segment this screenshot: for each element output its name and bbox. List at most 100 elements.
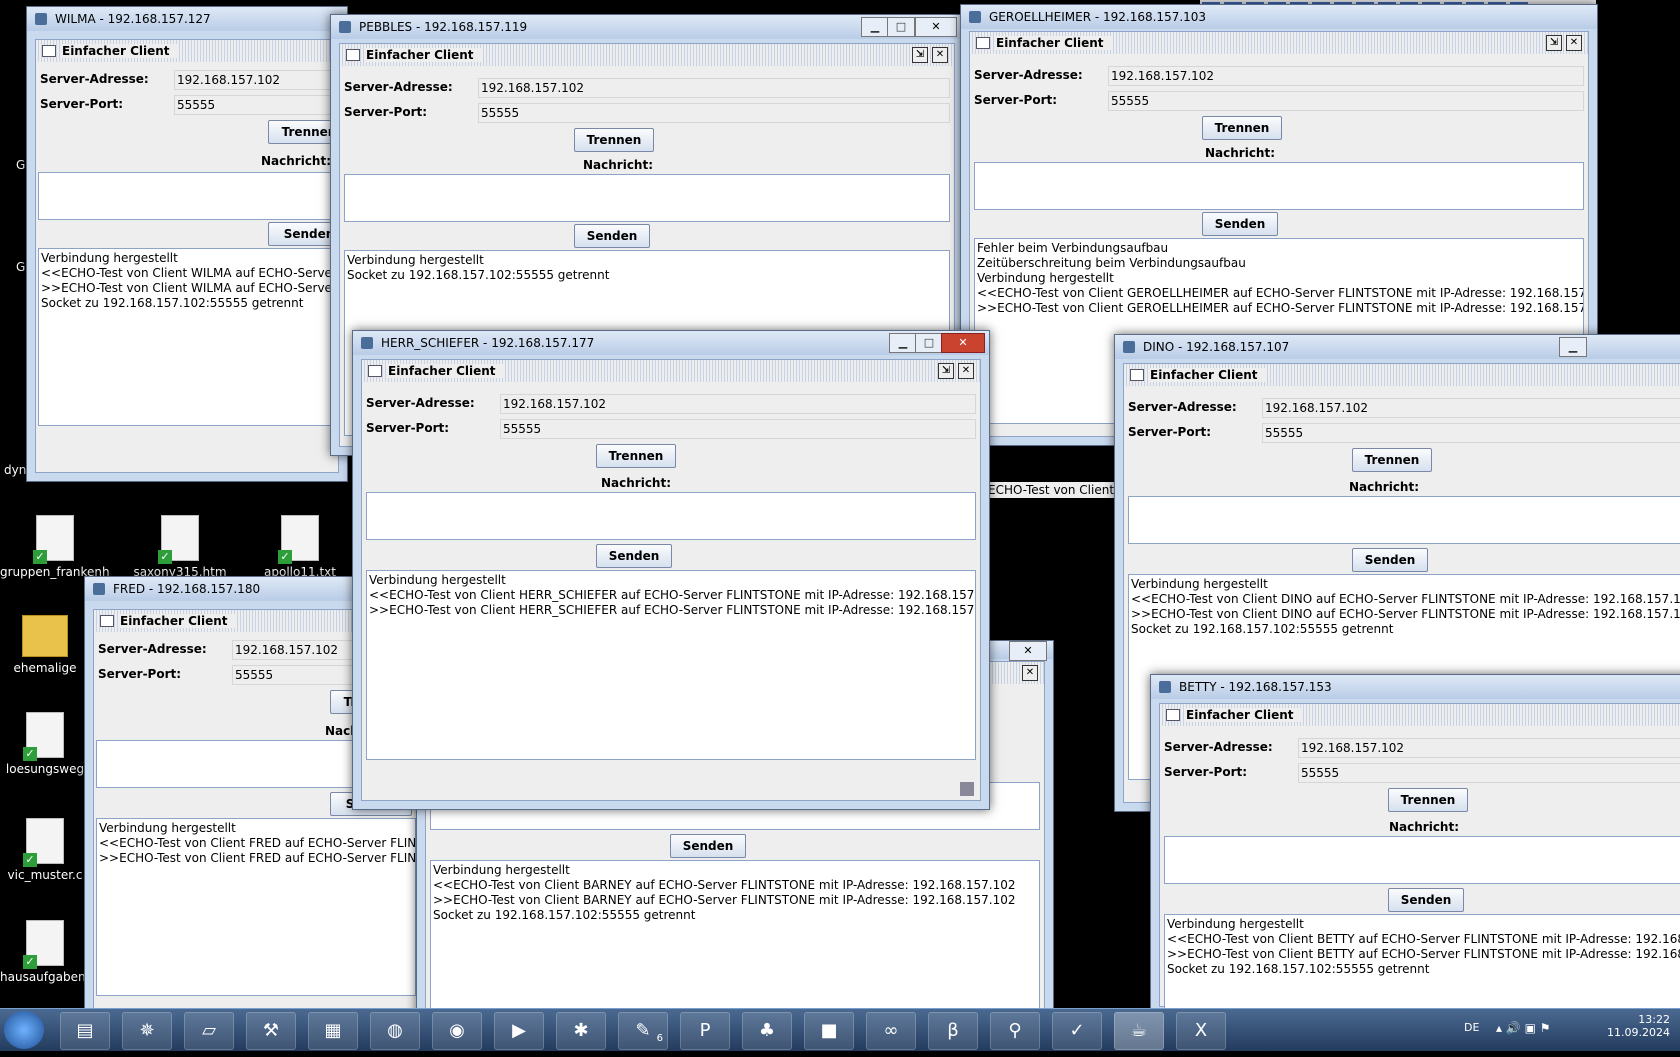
close-icon[interactable]: ✕ (1022, 665, 1038, 681)
address-field[interactable]: 192.168.157.102 (1108, 66, 1584, 86)
address-field[interactable]: 192.168.157.102 (1298, 738, 1680, 758)
restore-icon[interactable]: ⇲ (938, 363, 954, 379)
client-window-betty[interactable]: BETTY - 192.168.157.153 Einfacher Client… (1150, 674, 1680, 1020)
disconnect-button[interactable]: Trennen (574, 128, 654, 152)
desktop-icon-doc[interactable]: ✓ saxony315.htm (125, 515, 235, 579)
java-icon (1159, 681, 1171, 693)
client-window-wilma[interactable]: WILMA - 192.168.157.127 Einfacher Client… (26, 6, 350, 482)
log-line: <<ECHO-Test von Client WILMA auf ECHO-Se… (41, 266, 338, 280)
disconnect-button[interactable]: Trennen (1352, 448, 1432, 472)
message-input[interactable] (1128, 496, 1680, 544)
log-line: Verbindung hergestellt (977, 271, 1114, 285)
desktop-icon-doc[interactable]: ✓ hausaufgaben2 (0, 920, 90, 984)
log-area: Verbindung hergestellt <<ECHO-Test von C… (430, 860, 1040, 1026)
tools-icon[interactable]: ⚒ (246, 1012, 296, 1050)
window-title: GEROELLHEIMER - 192.168.157.103 (989, 10, 1207, 24)
desktop-icon-doc[interactable]: ✓ vic_muster.c (0, 818, 90, 882)
address-field[interactable]: 192.168.157.102 (478, 78, 950, 98)
send-button[interactable]: Senden (574, 224, 650, 248)
minimize-button[interactable]: ▁ (889, 333, 917, 353)
desktop-icon-doc[interactable]: ✓ apollo11.txt (245, 515, 355, 579)
arduino-icon[interactable]: ∞ (866, 1012, 916, 1050)
minimize-button[interactable]: ▁ (1559, 337, 1587, 357)
address-label: Server-Adresse: (1164, 740, 1273, 754)
window-icon (100, 615, 114, 627)
address-label: Server-Adresse: (98, 642, 207, 656)
close-icon[interactable]: ✕ (958, 363, 974, 379)
port-field[interactable]: 55555 (1262, 423, 1680, 443)
send-button[interactable]: Senden (1202, 212, 1278, 236)
window-title: HERR_SCHIEFER - 192.168.157.177 (381, 336, 595, 350)
star-icon[interactable]: ✱ (556, 1012, 606, 1050)
maximize-button[interactable]: □ (887, 17, 915, 37)
explorer-icon[interactable]: ▤ (60, 1012, 110, 1050)
media-icon[interactable]: ▶ (494, 1012, 544, 1050)
client-title: Einfacher Client (1150, 368, 1266, 382)
chrome-icon[interactable]: ◉ (432, 1012, 482, 1050)
minimize-button[interactable]: ▁ (861, 17, 889, 37)
document-icon: ✓ (33, 515, 74, 564)
clock[interactable]: 13:22 11.09.2024 (1607, 1013, 1670, 1039)
globe-icon[interactable]: ◍ (370, 1012, 420, 1050)
port-field[interactable]: 55555 (174, 95, 334, 115)
desktop-text: G (16, 158, 26, 172)
window-title: FRED - 192.168.157.180 (113, 582, 261, 596)
pl-icon[interactable]: P (680, 1012, 730, 1050)
lego-icon[interactable]: ■ (804, 1012, 854, 1050)
log-area: Verbindung hergestellt <<ECHO-Test von C… (1164, 914, 1680, 1020)
send-button[interactable]: Senden (1352, 548, 1428, 572)
client-window-herr-schiefer[interactable]: HERR_SCHIEFER - 192.168.157.177 ▁ □ ✕ Einf… (352, 330, 990, 810)
compass-icon[interactable]: ✵ (122, 1012, 172, 1050)
desktop-icon-folder[interactable]: ehemalige (0, 615, 90, 675)
message-input[interactable] (38, 172, 338, 220)
document-icon: ✓ (23, 920, 64, 969)
disconnect-button[interactable]: Trennen (596, 444, 676, 468)
close-button[interactable]: ✕ (915, 17, 957, 37)
resize-grip-icon[interactable] (960, 782, 974, 796)
message-input[interactable] (366, 492, 976, 540)
log-line: Zeitüberschreitung beim Verbindungsaufba… (977, 256, 1246, 270)
excel-icon[interactable]: X (1176, 1012, 1226, 1050)
paint-icon[interactable]: ✎ 6 (618, 1012, 668, 1050)
check-icon[interactable]: ✓ (1052, 1012, 1102, 1050)
log-line: Verbindung hergestellt (369, 573, 506, 587)
close-button[interactable]: ✕ (1009, 641, 1047, 661)
calculator-icon[interactable]: ▦ (308, 1012, 358, 1050)
desktop-icon-doc[interactable]: ✓ loesungsweg (0, 712, 90, 776)
notepad-icon[interactable]: ▱ (184, 1012, 234, 1050)
close-icon[interactable]: ✕ (1566, 35, 1582, 51)
close-button[interactable]: ✕ (941, 333, 985, 353)
port-field[interactable]: 55555 (500, 419, 976, 439)
java-icon (339, 21, 351, 33)
port-label: Server-Port: (1164, 765, 1248, 779)
key-icon[interactable]: ⚲ (990, 1012, 1040, 1050)
address-field[interactable]: 192.168.157.102 (500, 394, 976, 414)
plant-icon[interactable]: ♣ (742, 1012, 792, 1050)
disconnect-button[interactable]: Trennen (1388, 788, 1468, 812)
message-input[interactable] (344, 174, 950, 222)
port-field[interactable]: 55555 (1298, 763, 1680, 783)
restore-icon[interactable]: ⇲ (1546, 35, 1562, 51)
b-icon[interactable]: β (928, 1012, 978, 1050)
java-icon[interactable]: ☕ (1114, 1012, 1164, 1050)
send-button[interactable]: Senden (670, 834, 746, 858)
message-input[interactable] (1164, 836, 1680, 884)
desktop-icon-doc[interactable]: ✓gruppen_frankenhe... (0, 515, 110, 579)
close-icon[interactable]: ✕ (932, 47, 948, 63)
disconnect-button[interactable]: Trennen (1202, 116, 1282, 140)
start-button[interactable] (4, 1011, 44, 1049)
port-field[interactable]: 55555 (478, 103, 950, 123)
restore-icon[interactable]: ⇲ (912, 47, 928, 63)
message-input[interactable] (974, 162, 1584, 210)
maximize-button[interactable]: □ (915, 333, 943, 353)
log-line: >>ECHO-Test von Client HERR_SCHIEFER auf… (369, 603, 976, 617)
log-line: Verbindung hergestellt (347, 253, 484, 267)
address-field[interactable]: 192.168.157.102 (174, 70, 334, 90)
send-button[interactable]: Senden (596, 544, 672, 568)
send-button[interactable]: Senden (1388, 888, 1464, 912)
address-field[interactable]: 192.168.157.102 (1262, 398, 1680, 418)
language-indicator[interactable]: DE (1464, 1021, 1479, 1034)
port-field[interactable]: 55555 (1108, 91, 1584, 111)
tray-icons[interactable]: ▴ 🔊 ▣ ⚑ (1496, 1021, 1551, 1035)
port-label: Server-Port: (40, 97, 124, 111)
